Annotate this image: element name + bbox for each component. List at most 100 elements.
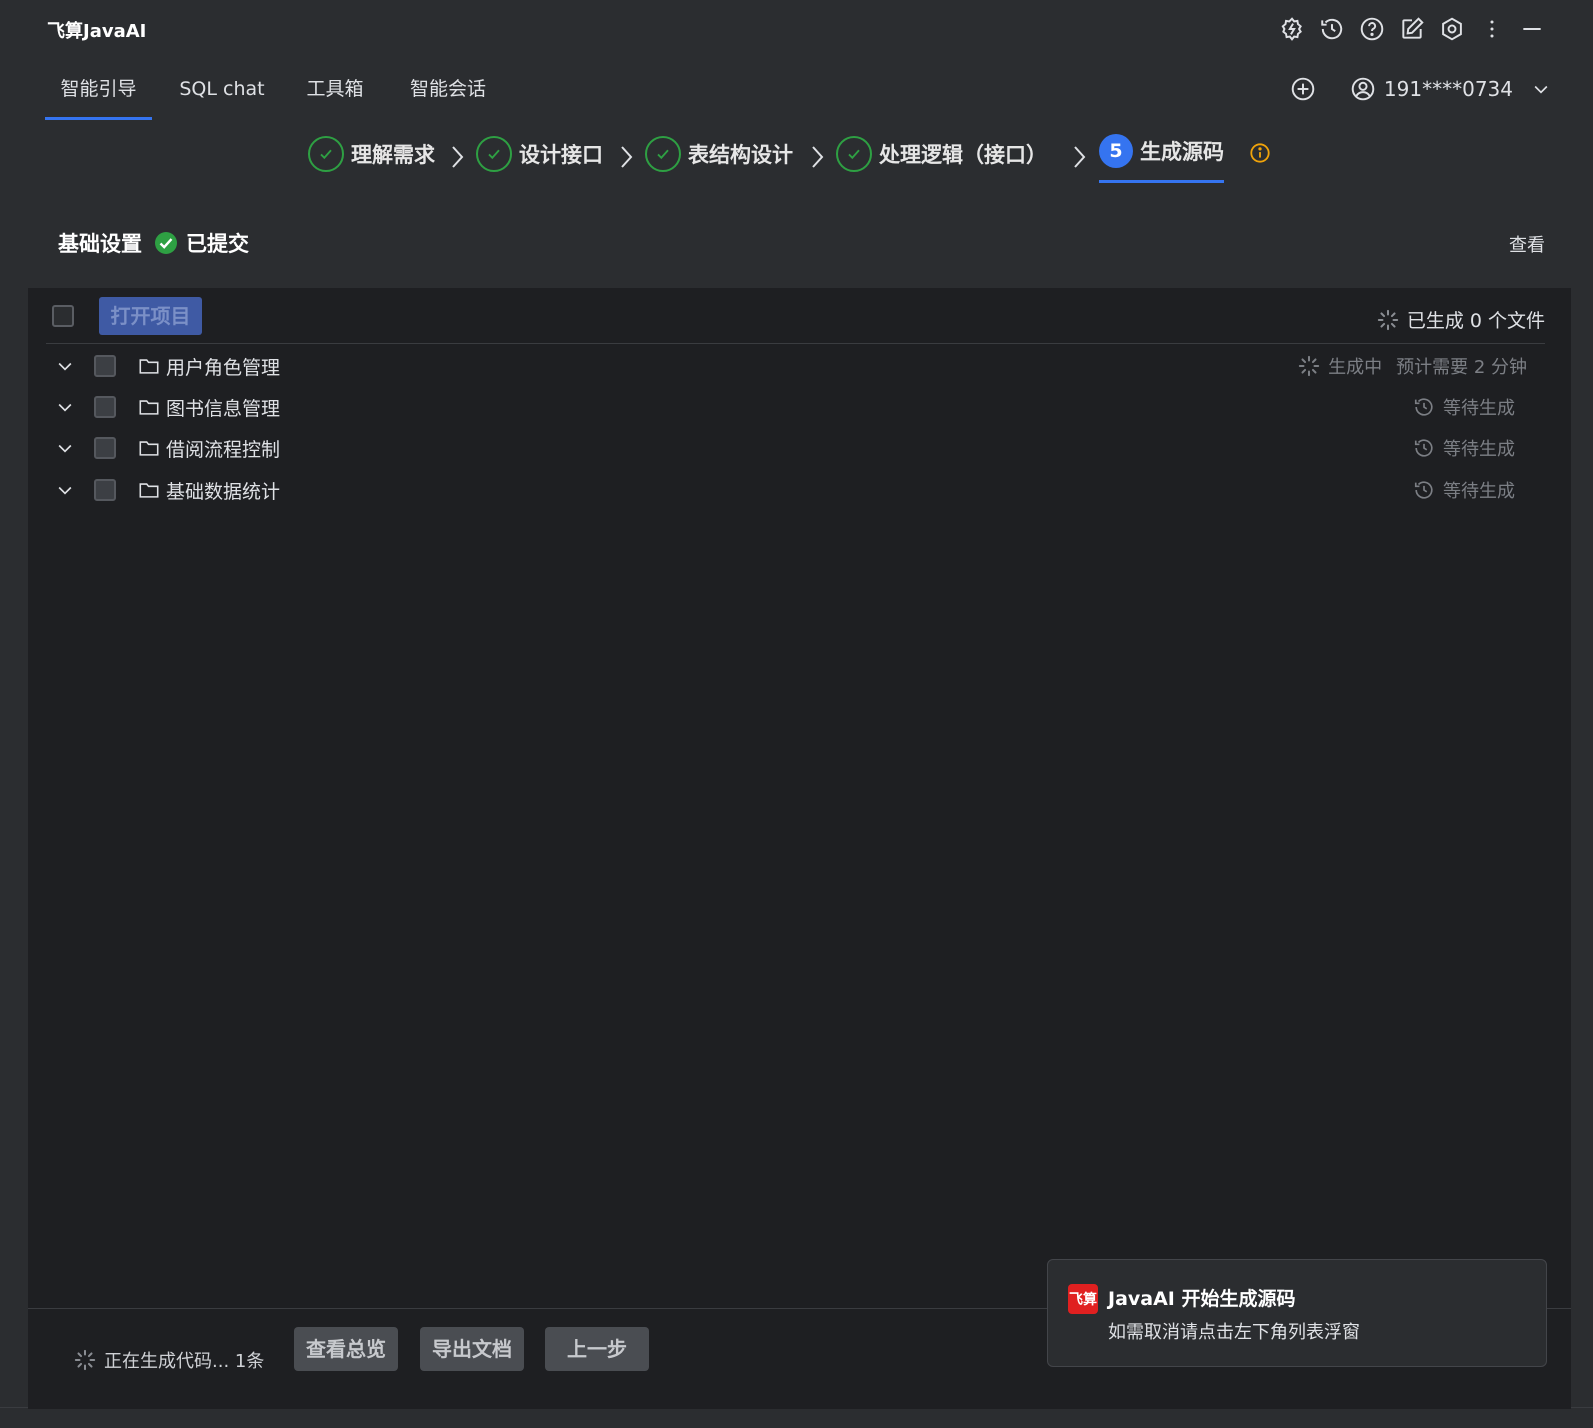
file-list-header: 打开项目 已生成 0 个文件: [46, 296, 1545, 344]
module-status: 等待生成: [1413, 394, 1515, 420]
user-menu[interactable]: 191****0734: [1350, 76, 1551, 102]
step-number: 5: [1099, 134, 1133, 168]
chevron-right-icon: [452, 146, 464, 168]
step-generate-source[interactable]: 5 生成源码: [1099, 134, 1224, 183]
history-icon: [1414, 398, 1433, 416]
history-icon[interactable]: [1317, 12, 1347, 46]
previous-step-button[interactable]: 上一步: [545, 1327, 649, 1371]
step-understand-requirements[interactable]: 理解需求: [308, 136, 435, 172]
basic-settings-bar: 基础设置 已提交 查看: [28, 196, 1571, 288]
step-table-design[interactable]: 表结构设计: [645, 136, 793, 172]
module-status-label: 生成中: [1328, 357, 1383, 378]
step-label: 理解需求: [351, 143, 435, 167]
check-icon: [476, 136, 512, 172]
generated-count: 已生成 0 个文件: [1377, 306, 1545, 333]
module-name: 图书信息管理: [166, 397, 281, 420]
bottom-status-strip: [0, 1407, 1593, 1428]
list-item: 用户角色管理 生成中 预计需要 2 分钟: [46, 346, 1545, 386]
basic-settings-header: 基础设置 已提交: [58, 228, 249, 258]
chevron-down-icon[interactable]: [54, 480, 76, 500]
step-label: 设计接口: [519, 143, 603, 167]
spinner-icon: [1298, 355, 1320, 377]
notification-toast[interactable]: 飞算 JavaAI 开始生成源码 如需取消请点击左下角列表浮窗: [1047, 1259, 1547, 1367]
folder-icon: [138, 479, 160, 501]
module-status-label: 等待生成: [1443, 481, 1515, 502]
module-checkbox[interactable]: [94, 396, 116, 418]
minimize-icon[interactable]: [1517, 12, 1547, 46]
chevron-down-icon[interactable]: [54, 397, 76, 417]
app-title: 飞算JavaAI: [47, 21, 147, 42]
chevron-right-icon: [621, 146, 633, 168]
chevron-right-icon: [1074, 146, 1086, 168]
folder-icon: [138, 437, 160, 459]
step-design-interface[interactable]: 设计接口: [476, 136, 603, 172]
folder-icon: [138, 396, 160, 418]
module-checkbox[interactable]: [94, 437, 116, 459]
check-icon: [836, 136, 872, 172]
spinner-icon: [1377, 309, 1399, 330]
tabs-right-controls: 191****0734: [1288, 72, 1551, 106]
left-tool-strip: [0, 0, 29, 1408]
edit-icon[interactable]: [1397, 12, 1427, 46]
module-eta: 预计需要 2 分钟: [1396, 357, 1527, 378]
export-docs-button[interactable]: 导出文档: [420, 1327, 524, 1371]
tab-sql-chat[interactable]: SQL chat: [174, 58, 270, 120]
list-item: 图书信息管理 等待生成: [46, 387, 1545, 427]
generated-count-label: 已生成 0 个文件: [1406, 310, 1545, 332]
spinner-icon: [74, 1349, 96, 1371]
step-label: 表结构设计: [688, 143, 793, 167]
module-status-label: 等待生成: [1443, 398, 1515, 419]
open-project-button[interactable]: 打开项目: [99, 297, 202, 335]
tab-smart-guide[interactable]: 智能引导: [45, 58, 152, 120]
feisuan-logo: 飞算: [1068, 1284, 1098, 1314]
user-icon: [1351, 77, 1375, 101]
step-label: 生成源码: [1140, 140, 1224, 164]
tab-smart-chat[interactable]: 智能会话: [403, 58, 493, 120]
title-bar: 飞算JavaAI: [28, 0, 1571, 58]
chevron-down-icon[interactable]: [54, 438, 76, 458]
check-icon: [308, 136, 344, 172]
view-overview-button[interactable]: 查看总览: [294, 1327, 398, 1371]
steps-bar: 理解需求 设计接口 表结构设计 处理逻辑（接口） 5 生成源码: [28, 120, 1571, 198]
module-status: 生成中 预计需要 2 分钟: [1298, 353, 1527, 379]
list-item: 借阅流程控制 等待生成: [46, 428, 1545, 468]
toast-message: 如需取消请点击左下角列表浮窗: [1108, 1322, 1360, 1343]
tab-toolbox[interactable]: 工具箱: [300, 58, 370, 120]
add-icon[interactable]: [1288, 72, 1318, 106]
step-label: 处理逻辑（接口）: [879, 143, 1047, 167]
check-icon: [645, 136, 681, 172]
chevron-down-icon: [1534, 85, 1548, 94]
toast-title: JavaAI 开始生成源码: [1108, 1288, 1296, 1310]
generating-status-label: 正在生成代码... 1条: [104, 1351, 265, 1372]
select-all-checkbox[interactable]: [52, 305, 74, 327]
module-name: 基础数据统计: [166, 480, 281, 503]
settings-icon[interactable]: [1437, 12, 1467, 46]
folder-icon: [138, 355, 160, 377]
module-name: 借阅流程控制: [166, 438, 281, 461]
generating-status[interactable]: 正在生成代码... 1条: [74, 1347, 264, 1373]
more-icon[interactable]: [1477, 12, 1507, 46]
module-name: 用户角色管理: [166, 356, 281, 379]
submitted-label: 已提交: [186, 232, 249, 256]
right-tool-strip: [1570, 0, 1593, 1408]
info-icon[interactable]: [1249, 142, 1271, 164]
module-checkbox[interactable]: [94, 355, 116, 377]
submitted-status: 已提交: [154, 228, 249, 258]
history-icon: [1414, 481, 1433, 499]
module-status-label: 等待生成: [1443, 439, 1515, 460]
history-icon: [1414, 439, 1433, 457]
chevron-down-icon[interactable]: [54, 356, 76, 376]
chevron-right-icon: [812, 146, 824, 168]
module-checkbox[interactable]: [94, 479, 116, 501]
plugin-icon[interactable]: [1277, 12, 1307, 46]
module-status: 等待生成: [1413, 435, 1515, 461]
javaai-panel: 飞算JavaAI 智能引导 SQL chat 工具箱 智能会话 191****0…: [28, 0, 1571, 1409]
user-phone: 191****0734: [1383, 77, 1513, 101]
view-link[interactable]: 查看: [1509, 231, 1545, 257]
list-item: 基础数据统计 等待生成: [46, 470, 1545, 510]
success-check-icon: [155, 232, 177, 254]
module-status: 等待生成: [1413, 477, 1515, 503]
main-tabs: 智能引导 SQL chat 工具箱 智能会话 191****0734: [28, 58, 1571, 121]
step-process-logic[interactable]: 处理逻辑（接口）: [836, 136, 1047, 172]
help-icon[interactable]: [1357, 12, 1387, 46]
